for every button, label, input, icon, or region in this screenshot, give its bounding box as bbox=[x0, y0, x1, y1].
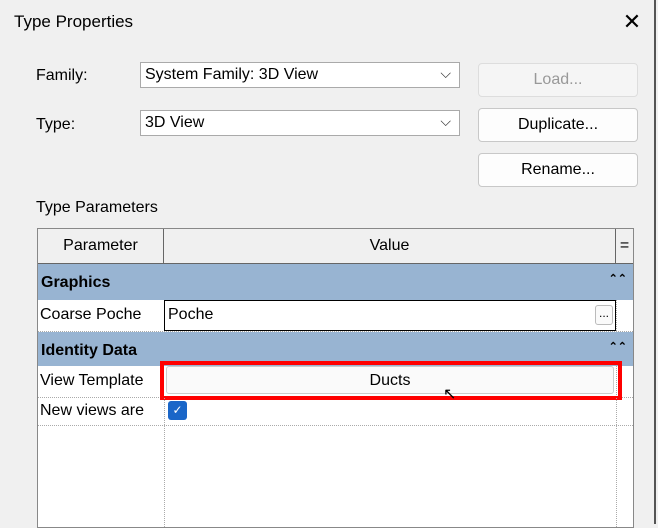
header-toggle[interactable]: = bbox=[616, 229, 633, 263]
duplicate-button[interactable]: Duplicate... bbox=[478, 108, 638, 142]
type-label: Type: bbox=[36, 116, 76, 133]
browse-button[interactable]: ... bbox=[595, 305, 613, 325]
chevron-down-icon: ⌵ bbox=[440, 65, 451, 81]
type-properties-dialog: Type Properties ✕ Family: System Family:… bbox=[0, 0, 656, 528]
family-label: Family: bbox=[36, 67, 88, 84]
coarse-poche-field[interactable]: Poche ... bbox=[164, 300, 616, 331]
family-dropdown[interactable]: System Family: 3D View ⌵ bbox=[140, 62, 460, 88]
type-value: 3D View bbox=[145, 114, 205, 131]
rename-button[interactable]: Rename... bbox=[478, 153, 638, 187]
load-button[interactable]: Load... bbox=[478, 63, 638, 97]
view-template-button[interactable]: Ducts bbox=[166, 366, 614, 394]
parameters-table: Parameter Value = Graphics ⌃⌃ Coarse Poch… bbox=[37, 228, 634, 528]
table-row: Coarse Poche Poche ... bbox=[38, 300, 633, 332]
table-row: New views are ✓ bbox=[38, 398, 633, 426]
group-name: Identity Data bbox=[41, 342, 138, 359]
param-name: New views are bbox=[40, 402, 145, 419]
table-header: Parameter Value = bbox=[38, 229, 633, 264]
group-name: Graphics bbox=[41, 274, 111, 291]
type-dropdown[interactable]: 3D View ⌵ bbox=[140, 110, 460, 136]
header-parameter[interactable]: Parameter bbox=[38, 229, 164, 263]
family-value: System Family: 3D View bbox=[145, 66, 319, 83]
table-row: View Template Ducts ↖ bbox=[38, 361, 633, 403]
new-views-checkbox[interactable]: ✓ bbox=[168, 401, 187, 420]
collapse-icon[interactable]: ⌃⌃ bbox=[609, 260, 627, 298]
dialog-title: Type Properties bbox=[14, 12, 134, 31]
param-name: View Template bbox=[40, 372, 144, 389]
header-value[interactable]: Value bbox=[164, 229, 616, 263]
param-value: Poche bbox=[168, 306, 214, 323]
type-parameters-label: Type Parameters bbox=[36, 199, 158, 216]
param-name: Coarse Poche bbox=[40, 306, 142, 323]
close-icon[interactable]: ✕ bbox=[618, 8, 646, 36]
group-graphics[interactable]: Graphics ⌃⌃ bbox=[38, 264, 633, 300]
chevron-down-icon: ⌵ bbox=[440, 113, 451, 129]
